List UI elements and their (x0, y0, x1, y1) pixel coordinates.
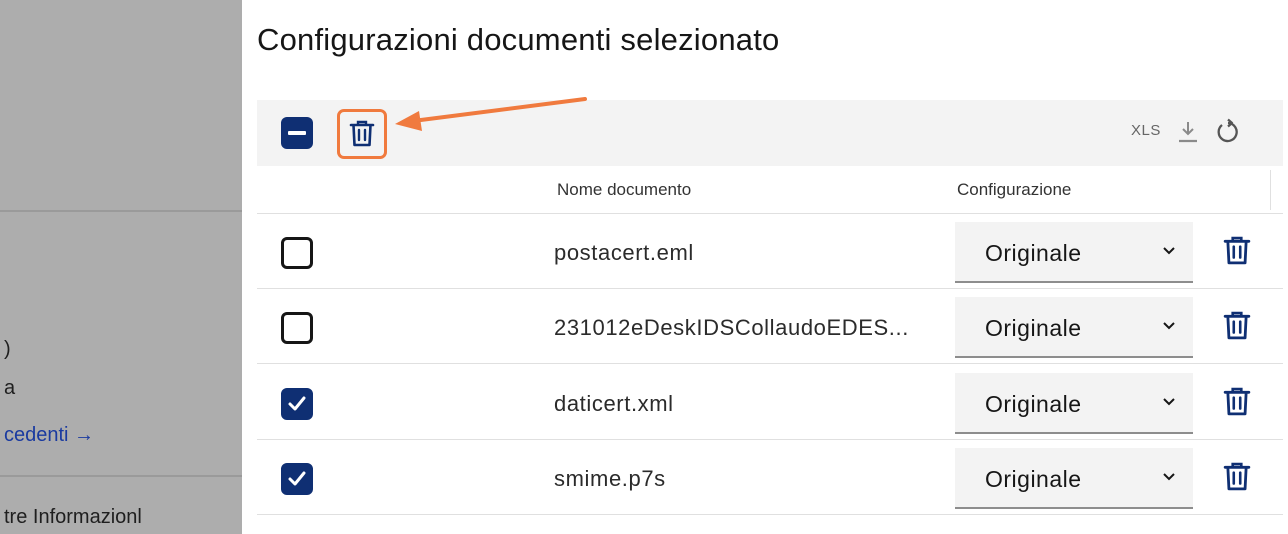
row-checkbox[interactable] (281, 237, 313, 269)
configuration-select[interactable]: Originale (955, 373, 1193, 434)
column-header-name[interactable]: Nome documento (557, 180, 691, 200)
bulk-delete-button[interactable] (337, 109, 387, 159)
configuration-select[interactable]: Originale (955, 297, 1193, 358)
select-value: Originale (985, 240, 1082, 266)
panel-text-fragment: ) (4, 338, 11, 360)
row-checkbox[interactable] (281, 463, 313, 495)
document-name: 231012eDeskIDSCollaudoEDES... (554, 315, 909, 340)
chevron-down-icon (1163, 322, 1175, 330)
trash-icon[interactable] (1223, 310, 1251, 342)
panel-text-fragment: a (4, 377, 16, 399)
table-row: 231012eDeskIDSCollaudoEDES... Originale (257, 290, 1283, 364)
export-xls-label[interactable]: XLS (1131, 122, 1161, 139)
trash-icon (349, 120, 375, 147)
document-name: daticert.xml (554, 391, 674, 416)
panel-divider (0, 210, 242, 212)
annotation-arrow-icon (395, 97, 587, 131)
chevron-down-icon (1163, 247, 1175, 255)
panel-link-fragment[interactable]: cedenti → (4, 424, 94, 447)
document-name: postacert.eml (554, 240, 694, 265)
page-title: Configurazioni documenti selezionato (257, 22, 780, 57)
document-name: smime.p7s (554, 466, 666, 491)
table-header-row: Nome documento Configurazione (257, 166, 1283, 214)
chevron-down-icon (1163, 398, 1175, 406)
column-header-config[interactable]: Configurazione (957, 180, 1071, 200)
download-icon[interactable] (1177, 120, 1199, 144)
select-value: Originale (985, 315, 1082, 341)
select-value: Originale (985, 466, 1082, 492)
trash-icon[interactable] (1223, 461, 1251, 493)
table-row: daticert.xml Originale (257, 366, 1283, 440)
row-checkbox[interactable] (281, 388, 313, 420)
left-panel-overlay: ) a cedenti → tre Informazionl (0, 0, 242, 534)
table-row: smime.p7s Originale (257, 441, 1283, 515)
trash-icon[interactable] (1223, 386, 1251, 418)
trash-icon[interactable] (1223, 235, 1251, 267)
column-divider (1270, 170, 1271, 210)
indeterminate-mark (288, 131, 306, 135)
refresh-icon[interactable] (1214, 118, 1242, 146)
table-row: postacert.eml Originale (257, 215, 1283, 289)
panel-text-fragment: tre Informazionl (4, 506, 142, 528)
panel-divider (0, 475, 242, 477)
select-value: Originale (985, 391, 1082, 417)
select-all-checkbox[interactable] (281, 117, 313, 149)
row-checkbox[interactable] (281, 312, 313, 344)
checkmark-icon (288, 471, 306, 486)
configuration-select[interactable]: Originale (955, 448, 1193, 509)
checkmark-icon (288, 396, 306, 411)
configuration-select[interactable]: Originale (955, 222, 1193, 283)
chevron-down-icon (1163, 473, 1175, 481)
